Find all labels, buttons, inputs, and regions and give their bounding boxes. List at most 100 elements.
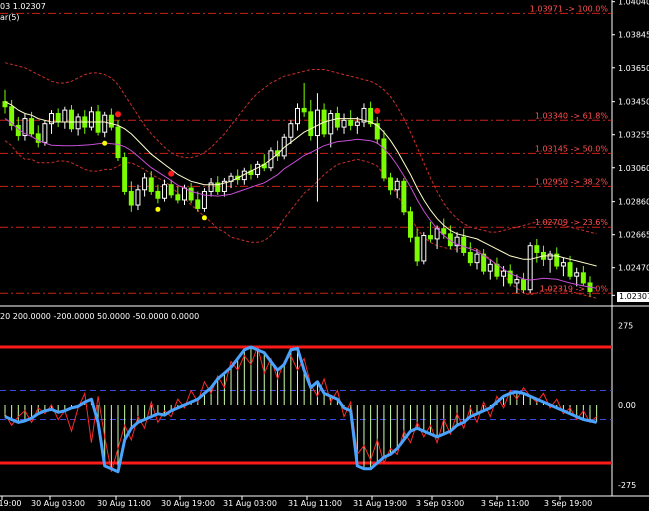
- candle-body: [414, 236, 420, 262]
- oscillator-params-header: 20 200.0000 -200.0000 50.0000 -50.0000 0…: [0, 312, 200, 321]
- candle-body: [441, 228, 447, 235]
- candle-body: [388, 177, 394, 191]
- fractal-down-dot: [201, 215, 207, 221]
- oscillator-axis: 275 0.00 -275: [618, 321, 636, 490]
- fractal-down-dot: [155, 206, 161, 212]
- fib-level-label: 1.02950 -> 38.2%: [535, 177, 609, 186]
- fib-level-label: 1.03340 -> 61.8%: [535, 111, 609, 120]
- candle-body: [501, 270, 507, 277]
- oscillator-tick-label: 0.00: [618, 401, 636, 410]
- symbol-price-header: 03 1.02307: [0, 2, 46, 11]
- candle-body: [567, 262, 573, 277]
- candle-body: [188, 187, 194, 201]
- oscillator-panel: [0, 345, 612, 474]
- time-tick-label: 19:00: [0, 499, 22, 508]
- candle-body: [421, 235, 427, 262]
- candle-body: [181, 187, 187, 201]
- candle-body: [514, 279, 520, 284]
- candle-body: [461, 236, 467, 253]
- time-tick-label: 31 Aug 19:00: [353, 499, 407, 508]
- envelope-upper-line: [4, 62, 597, 235]
- candle-body: [195, 199, 201, 209]
- candle-body: [168, 184, 174, 196]
- candle-body: [148, 177, 154, 192]
- oscillator-main-line: [4, 345, 597, 474]
- envelope-lines: [4, 62, 597, 299]
- candle-body: [328, 113, 334, 135]
- candle-body: [314, 109, 320, 137]
- price-tick-label: 1.03450: [618, 98, 649, 107]
- candle-body: [560, 262, 566, 267]
- fib-level-label: 1.03971 -> 100.0%: [530, 4, 609, 13]
- candle-body: [68, 109, 74, 130]
- price-tick-label: 1.03060: [618, 164, 649, 173]
- candle-body: [162, 184, 168, 199]
- candle-body: [534, 245, 540, 253]
- candle-body: [341, 119, 347, 128]
- indicator-header: ar(5): [0, 13, 20, 22]
- magenta-average-line: [4, 118, 597, 289]
- price-tick-label: 1.03650: [618, 64, 649, 73]
- candle-body: [487, 263, 493, 272]
- fractal-up-dot: [168, 170, 175, 177]
- candle-body: [354, 121, 360, 126]
- fractal-up-dot: [115, 111, 122, 118]
- time-axis: 19:00 30 Aug 03:00 30 Aug 11:00 30 Aug 19:0…: [0, 496, 592, 508]
- candle-body: [102, 114, 108, 133]
- candle-body: [401, 180, 407, 213]
- fib-level-label: 1.02709 -> 23.6%: [535, 218, 609, 227]
- candle-body: [175, 194, 181, 201]
- time-tick-label: 30 Aug 11:00: [97, 499, 151, 508]
- candle-body: [348, 119, 354, 126]
- candle-body: [408, 211, 414, 238]
- candle-body: [334, 113, 340, 128]
- candle-body: [574, 272, 580, 277]
- time-tick-label: 30 Aug 03:00: [31, 499, 85, 508]
- fibonacci-levels: 1.03971 -> 100.0% 1.03340 -> 61.8% 1.03145…: [0, 4, 612, 294]
- chart-canvas: 1.03971 -> 100.0% 1.03340 -> 61.8% 1.03145…: [0, 0, 649, 508]
- time-tick-label: 3 Sep 19:00: [544, 499, 592, 508]
- candle-body: [527, 245, 533, 291]
- price-tick-label: 1.02860: [618, 198, 649, 207]
- time-tick-label: 31 Aug 03:00: [223, 499, 277, 508]
- oscillator-tick-label: 275: [618, 321, 633, 330]
- candle-body: [288, 123, 294, 138]
- price-tick-label: 1.02665: [618, 231, 649, 240]
- candle-body: [42, 123, 48, 143]
- time-tick-label: 30 Aug 19:00: [161, 499, 215, 508]
- candle-body: [108, 114, 114, 128]
- candle-body: [29, 118, 35, 135]
- price-tick-label: 1.04040: [618, 0, 649, 7]
- candlesticks: [2, 83, 593, 297]
- candle-body: [115, 126, 121, 159]
- price-tick-label: 1.02470: [618, 264, 649, 273]
- candle-body: [474, 253, 480, 264]
- candle-body: [308, 111, 314, 137]
- price-tick-label: 1.03845: [618, 31, 649, 40]
- moving-averages: [4, 101, 597, 289]
- candle-body: [547, 253, 553, 260]
- time-tick-label: 3 Sep 03:00: [416, 499, 464, 508]
- candle-body: [55, 113, 61, 123]
- oscillator-tick-label: -275: [618, 481, 636, 490]
- candle-body: [255, 163, 261, 176]
- candle-body: [128, 190, 134, 206]
- candle-body: [122, 157, 128, 192]
- price-axis: 1.04040 1.03845 1.03650 1.03450 1.03255 1.030…: [612, 0, 649, 296]
- candle-body: [62, 109, 68, 123]
- candle-body: [201, 190, 207, 209]
- fractal-up-dot: [374, 107, 381, 114]
- candle-body: [75, 116, 81, 130]
- candle-body: [142, 177, 148, 191]
- candle-body: [494, 263, 500, 277]
- candle-body: [135, 189, 141, 206]
- time-tick-label: 31 Aug 11:00: [288, 499, 342, 508]
- candle-body: [467, 251, 473, 264]
- last-price-label: 1.02307: [617, 292, 649, 302]
- candle-body: [301, 107, 307, 113]
- trading-chart: 1.03971 -> 100.0% 1.03340 -> 61.8% 1.03145…: [0, 0, 649, 511]
- candle-body: [580, 272, 586, 284]
- candle-body: [295, 107, 300, 125]
- time-tick-label: 3 Sep 11:00: [481, 499, 529, 508]
- candle-body: [155, 190, 161, 199]
